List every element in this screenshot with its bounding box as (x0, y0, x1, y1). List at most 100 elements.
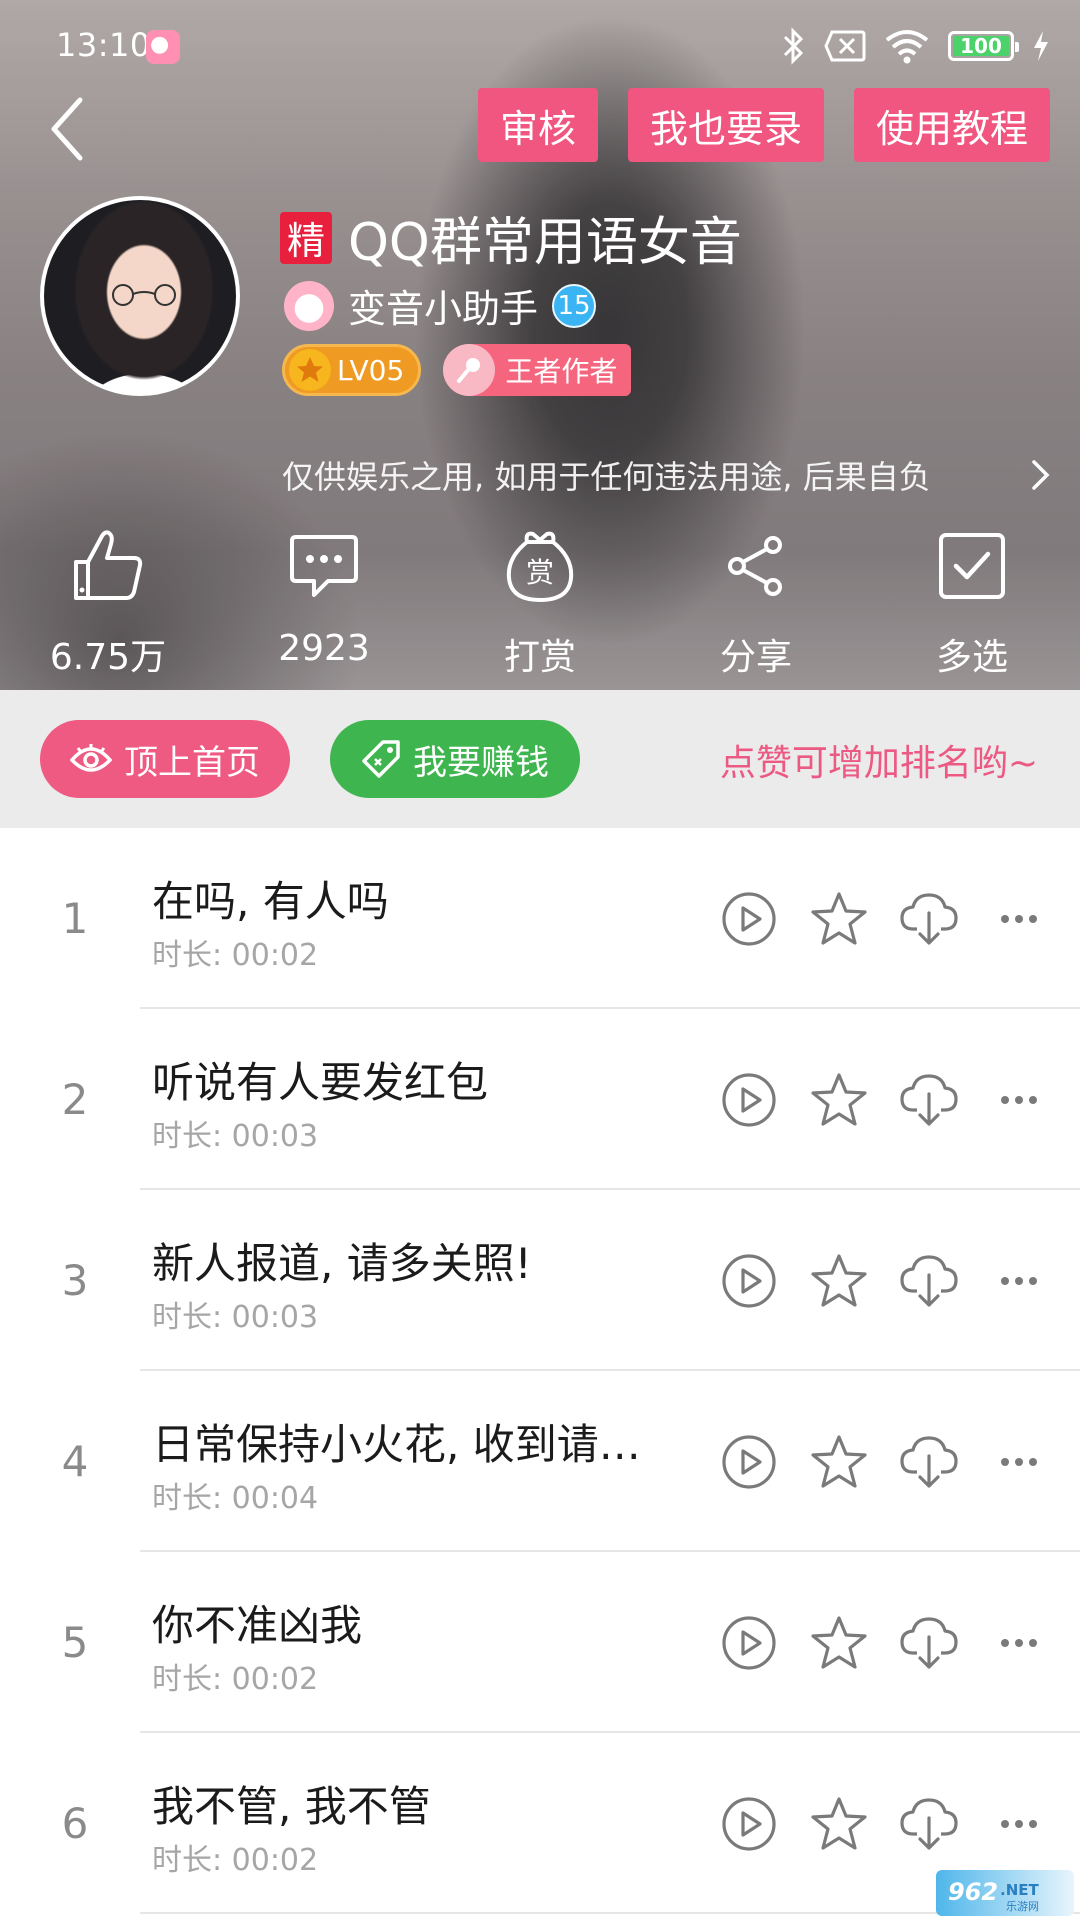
vip-level-badge: 15 (552, 283, 597, 328)
download-icon[interactable] (898, 1250, 960, 1312)
tutorial-button[interactable]: 使用教程 (853, 88, 1050, 162)
track-duration: 时长: 00:02 (152, 938, 319, 973)
page-title: QQ群常用语女音 (348, 213, 742, 273)
header-hero: 13:10 100 审核 我也要录 使用教程 精 QQ群常用语女音 变音小助手 … (0, 0, 1080, 690)
track-name[interactable]: 我不管, 我不管 (152, 1773, 672, 1834)
promo-bar: 顶上首页 我要赚钱 点赞可增加排名哟~ (0, 690, 1080, 828)
play-icon[interactable] (718, 1069, 780, 1131)
record-too-button[interactable]: 我也要录 (627, 88, 824, 162)
watermark-logo-art: 962 .NET 乐游网 (948, 1878, 1039, 1913)
track-row[interactable]: 2 听说有人要发红包 时长: 00:03 (0, 1009, 1080, 1190)
battery-level: 100 (960, 34, 1002, 58)
comment-action[interactable]: 2923 (216, 526, 432, 680)
multi-select-label: 多选 (935, 637, 1008, 678)
more-options-icon[interactable] (988, 1612, 1050, 1674)
charging-icon (1034, 31, 1048, 61)
track-name[interactable]: 在吗, 有人吗 (152, 868, 672, 929)
status-bar: 13:10 100 (0, 26, 1080, 70)
like-action[interactable]: 6.75万 (0, 526, 216, 680)
microphone-icon (443, 344, 496, 396)
track-index: 3 (61, 1256, 89, 1305)
favorite-star-icon[interactable] (808, 1612, 870, 1674)
share-label: 分享 (719, 637, 792, 678)
svg-text:962: 962 (948, 1878, 998, 1906)
track-index: 6 (61, 1799, 89, 1848)
more-options-icon[interactable] (988, 1250, 1050, 1312)
app-notification-icon (146, 30, 180, 64)
download-icon[interactable] (898, 1431, 960, 1493)
star-icon (289, 349, 331, 391)
earn-money-button[interactable]: 我要赚钱 (330, 720, 580, 798)
track-index: 2 (61, 1075, 89, 1124)
reward-icon: 赏 (506, 531, 574, 602)
svg-text:乐游网: 乐游网 (1006, 1900, 1039, 1913)
honor-badge: 王者作者 (443, 344, 632, 396)
chevron-right-icon (1032, 460, 1050, 490)
status-time: 13:10 (56, 26, 151, 64)
more-options-icon[interactable] (988, 1431, 1050, 1493)
more-options-icon[interactable] (988, 888, 1050, 950)
top-home-label: 顶上首页 (124, 742, 260, 783)
stats-row: 6.75万 2923 赏 打赏 分享 多选 (0, 526, 1080, 680)
download-icon[interactable] (898, 1793, 960, 1855)
track-name[interactable]: 听说有人要发红包 (152, 1049, 672, 1110)
author-name[interactable]: 变音小助手 (348, 278, 538, 333)
track-name[interactable]: 你不准凶我 (152, 1592, 672, 1653)
favorite-star-icon[interactable] (808, 888, 870, 950)
favorite-star-icon[interactable] (808, 1793, 870, 1855)
track-row[interactable]: 3 新人报道, 请多关照! 时长: 00:03 (0, 1190, 1080, 1371)
download-icon[interactable] (898, 888, 960, 950)
favorite-star-icon[interactable] (808, 1069, 870, 1131)
track-actions (718, 1009, 1050, 1190)
author-row[interactable]: 变音小助手 15 (284, 278, 597, 333)
download-icon[interactable] (898, 1069, 960, 1131)
more-options-icon[interactable] (988, 1793, 1050, 1855)
bluetooth-icon (783, 27, 804, 65)
track-index: 1 (61, 894, 89, 943)
eye-icon (70, 744, 112, 772)
author-avatar[interactable] (284, 280, 334, 331)
track-row[interactable]: 5 你不准凶我 时长: 00:02 (0, 1552, 1080, 1733)
download-icon[interactable] (898, 1612, 960, 1674)
play-icon[interactable] (718, 1793, 780, 1855)
play-icon[interactable] (718, 1250, 780, 1312)
track-name[interactable]: 新人报道, 请多关照! (152, 1230, 672, 1291)
share-action[interactable]: 分享 (648, 526, 864, 680)
sim-off-icon (824, 30, 866, 62)
track-duration: 时长: 00:04 (152, 1481, 319, 1516)
play-icon[interactable] (718, 888, 780, 950)
earn-money-label: 我要赚钱 (413, 742, 549, 783)
top-home-button[interactable]: 顶上首页 (40, 720, 290, 798)
reward-label: 打赏 (503, 637, 576, 678)
honor-text: 王者作者 (505, 355, 618, 388)
reward-action[interactable]: 赏 打赏 (432, 526, 648, 680)
play-icon[interactable] (718, 1612, 780, 1674)
reward-glyph: 赏 (526, 556, 554, 589)
album-cover-avatar[interactable] (40, 196, 240, 396)
track-actions (718, 1552, 1050, 1733)
favorite-star-icon[interactable] (808, 1250, 870, 1312)
track-duration: 时长: 00:02 (152, 1662, 319, 1697)
track-duration: 时长: 00:03 (152, 1300, 319, 1335)
glasses-shape (112, 284, 176, 306)
back-arrow-icon[interactable] (44, 94, 94, 164)
track-index: 4 (61, 1437, 89, 1486)
track-row[interactable]: 6 我不管, 我不管 时长: 00:02 (0, 1733, 1080, 1914)
comment-icon (290, 535, 358, 597)
more-options-icon[interactable] (988, 1069, 1050, 1131)
checkbox-icon (939, 533, 1005, 599)
price-tag-icon (362, 740, 400, 778)
review-button[interactable]: 审核 (477, 88, 598, 162)
like-count: 6.75万 (49, 637, 167, 678)
top-action-buttons: 审核 我也要录 使用教程 (477, 88, 1050, 162)
thumbs-up-icon (74, 530, 143, 600)
level-text: LV05 (337, 353, 405, 387)
description-row[interactable]: 仅供娱乐之用, 如用于任何违法用途, 后果自负 (282, 452, 1052, 498)
track-row[interactable]: 1 在吗, 有人吗时长: 00:02 (0, 828, 1080, 1009)
track-name[interactable]: 日常保持小火花, 收到请回复 (152, 1411, 672, 1472)
track-row[interactable]: 4 日常保持小火花, 收到请回复时长: 00:04 (0, 1371, 1080, 1552)
description-text: 仅供娱乐之用, 如用于任何违法用途, 后果自负 (282, 458, 931, 496)
play-icon[interactable] (718, 1431, 780, 1493)
favorite-star-icon[interactable] (808, 1431, 870, 1493)
multi-select-action[interactable]: 多选 (864, 526, 1080, 680)
